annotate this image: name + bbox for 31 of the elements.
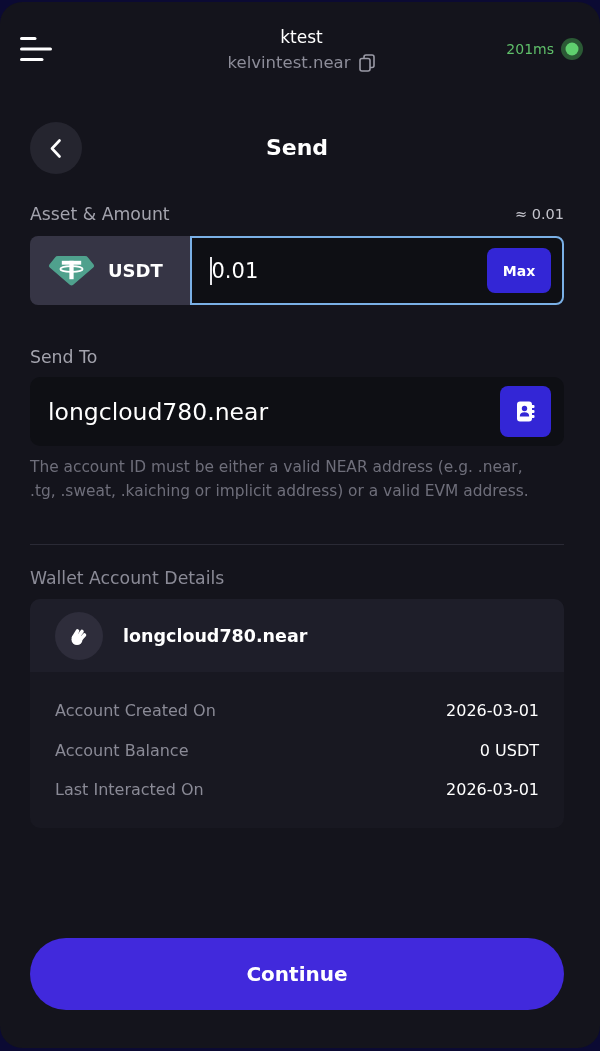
- menu-button[interactable]: [20, 37, 52, 61]
- detail-label: Account Created On: [55, 700, 216, 722]
- detail-label: Last Interacted On: [55, 779, 204, 801]
- chevron-left-icon: [49, 138, 61, 158]
- continue-button[interactable]: Continue: [30, 938, 564, 1010]
- field-label: Asset & Amount: [30, 203, 170, 225]
- detail-value: 0 USDT: [479, 739, 539, 762]
- recipient-input[interactable]: longcloud780.near: [30, 377, 564, 446]
- section-label: Wallet Account Details: [30, 567, 226, 589]
- text-cursor-icon: [210, 256, 212, 285]
- account-name: longcloud780.near: [123, 625, 308, 646]
- contact-book-icon: [516, 401, 535, 422]
- detail-value: 2026-03-01: [446, 700, 539, 722]
- contacts-button[interactable]: [500, 386, 551, 437]
- wallet-name: ktest: [280, 26, 323, 48]
- avatar-icon: [55, 611, 103, 660]
- max-button[interactable]: Max: [487, 248, 551, 293]
- hint-text: The account ID must be either a valid NEAR address (e.g. .near, .tg, .sweat, .kaiching or implicit address) or a valid EVM address.: [30, 457, 530, 502]
- detail-value: 2026-03-01: [446, 779, 539, 801]
- page-title: Send: [265, 134, 329, 162]
- latency-text: 201ms: [506, 40, 554, 59]
- amount-input[interactable]: 0.01 Max: [190, 236, 564, 305]
- token-icon: [48, 255, 95, 286]
- copy-icon[interactable]: [359, 54, 376, 72]
- detail-label: Account Balance: [55, 739, 189, 762]
- field-label: Send To: [30, 346, 99, 368]
- menu-icon: [20, 37, 52, 61]
- account-address: kelvintest.near: [227, 52, 351, 74]
- back-button[interactable]: [30, 122, 82, 174]
- estimated-value: ≈ 0.01: [514, 205, 564, 224]
- asset-selector[interactable]: USDT: [30, 236, 190, 305]
